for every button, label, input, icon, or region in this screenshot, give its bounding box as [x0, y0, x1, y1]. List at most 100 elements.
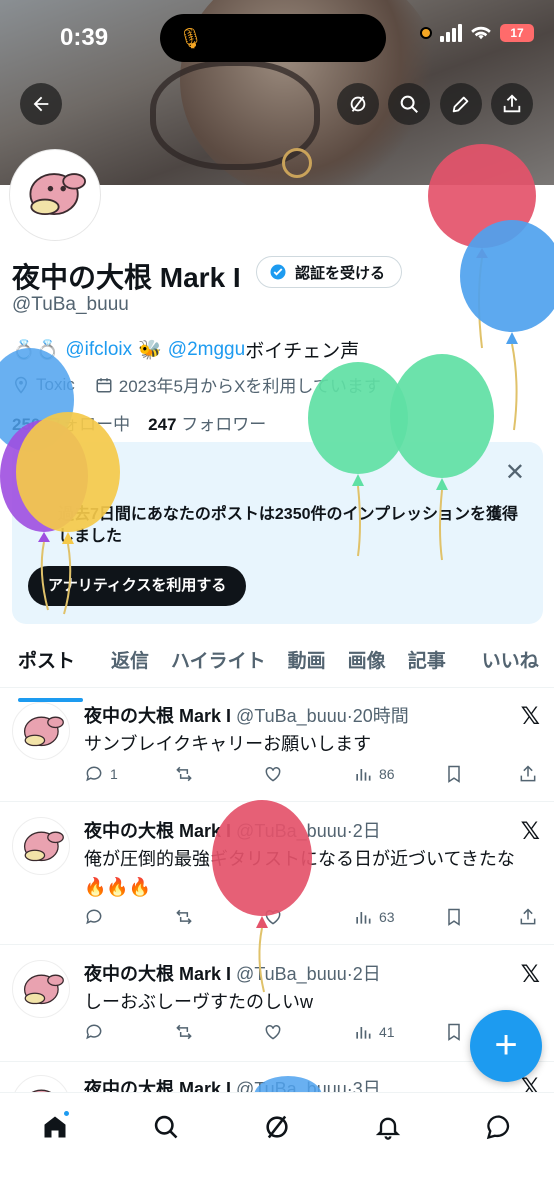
followers-link[interactable]: 247 フォロワー — [148, 410, 266, 435]
bio-emoji-bee: 🐝 — [138, 339, 162, 361]
views-count: 63 — [379, 909, 395, 925]
tab-highlights[interactable]: ハイライト — [163, 636, 274, 687]
dynamic-island: 🎙 — [160, 14, 386, 62]
followers-label: フォロワー — [181, 415, 267, 434]
bookmark-button[interactable] — [444, 907, 468, 927]
share-button[interactable] — [491, 83, 533, 125]
share-post-button[interactable] — [518, 764, 542, 784]
views-button[interactable]: 86 — [353, 764, 395, 784]
reply-count: 1 — [110, 766, 118, 782]
post-avatar[interactable] — [12, 817, 70, 875]
heart-icon — [265, 766, 281, 782]
views-chart-icon — [356, 769, 371, 781]
like-button[interactable] — [263, 907, 303, 927]
search-button[interactable] — [388, 83, 430, 125]
bookmark-button[interactable] — [444, 1022, 468, 1042]
tab-articles[interactable]: 記事 — [400, 636, 454, 687]
calendar-icon — [96, 377, 112, 392]
use-analytics-button[interactable]: アナリティクスを利用する — [28, 566, 247, 606]
following-count: 250 — [12, 415, 41, 434]
grok-button[interactable] — [337, 83, 379, 125]
repost-icon — [175, 1024, 192, 1040]
slowpoke-avatar-image — [23, 974, 64, 1005]
search-icon — [154, 1115, 178, 1139]
share-post-button[interactable] — [518, 907, 542, 927]
slowpoke-avatar-image — [23, 716, 64, 747]
tab-posts[interactable]: ポスト — [10, 636, 84, 702]
repost-button[interactable] — [174, 764, 214, 784]
close-icon[interactable]: ✕ — [505, 458, 525, 487]
grok-icon — [350, 96, 366, 112]
location-text: Toxic — [36, 374, 75, 394]
post-actions: 1 86 — [84, 764, 542, 784]
banner-photo-earring — [282, 148, 312, 178]
heart-icon — [265, 1024, 281, 1040]
back-button[interactable] — [20, 83, 62, 125]
status-indicators: 17 — [420, 24, 534, 42]
x-logo-icon: 𝕏 — [520, 702, 540, 730]
share-icon — [520, 908, 536, 925]
views-count: 41 — [379, 1024, 395, 1040]
profile-avatar[interactable] — [10, 150, 100, 240]
bio-emoji-rings: 💍💍 — [12, 339, 60, 361]
bookmark-icon — [448, 1023, 461, 1041]
post-avatar[interactable] — [12, 702, 70, 760]
chat-icon — [486, 1115, 509, 1140]
like-button[interactable] — [263, 1022, 303, 1042]
views-button[interactable]: 41 — [353, 1022, 395, 1042]
analytics-text: 過去7日間にあなたのポストは2350件のインプレッションを獲得しました — [58, 506, 519, 545]
following-link[interactable]: 250 フォロー中 — [12, 410, 130, 435]
post-item[interactable]: 夜中の大根 Mark I @TuBa_buuu·20時間 𝕏 サンブレイクキャリ… — [0, 688, 554, 802]
bookmark-button[interactable] — [444, 764, 468, 784]
notification-dot — [62, 1109, 72, 1118]
bell-icon — [375, 1117, 400, 1140]
signal-icon — [440, 24, 462, 42]
repost-button[interactable] — [174, 1022, 214, 1042]
pencil-icon — [452, 96, 469, 113]
reply-icon — [86, 766, 102, 782]
heart-icon — [265, 909, 281, 925]
bio-mention-2[interactable]: @2mggu — [168, 339, 245, 361]
post-time: 2日 — [352, 821, 381, 841]
profile-handle: @TuBa_buuu — [12, 294, 129, 315]
profile-meta: Toxic 2023年5月からXを利用しています — [12, 372, 381, 397]
share-icon — [503, 94, 521, 113]
slowpoke-avatar-image — [23, 831, 64, 862]
nav-notifications[interactable] — [368, 1113, 408, 1153]
reply-button[interactable]: 1 — [84, 764, 124, 784]
analytics-card: ✕ 過去7日間にあなたのポストは2350件のインプレッションを獲得しました アナ… — [12, 442, 543, 624]
nav-grok[interactable] — [257, 1113, 297, 1153]
recording-dot-icon — [420, 27, 432, 39]
bio-mention-1[interactable]: @ifcloix — [65, 339, 132, 361]
get-verified-label: 認証を受ける — [295, 264, 386, 282]
nav-explore[interactable] — [146, 1113, 186, 1153]
profile-name: 夜中の大根 Mark I — [12, 262, 241, 293]
search-icon — [400, 95, 418, 113]
edit-button[interactable] — [440, 83, 482, 125]
post-author-name: 夜中の大根 Mark I — [84, 964, 232, 984]
tab-replies[interactable]: 返信 — [103, 636, 157, 687]
tab-videos[interactable]: 動画 — [280, 636, 334, 687]
views-count: 86 — [379, 766, 395, 782]
post-header: 夜中の大根 Mark I @TuBa_buuu·2日 — [84, 964, 381, 984]
views-button[interactable]: 63 — [353, 907, 395, 927]
like-button[interactable] — [263, 764, 303, 784]
post-item[interactable]: 夜中の大根 Mark I @TuBa_buuu·2日 𝕏 俺が圧倒的最強ギタリス… — [0, 803, 554, 945]
nav-home[interactable] — [35, 1109, 75, 1153]
post-author-name: 夜中の大根 Mark I — [84, 821, 232, 841]
post-text: 俺が圧倒的最強ギタリストになる日が近づいてきたな🔥🔥🔥 — [84, 849, 515, 897]
tab-likes[interactable]: いいね — [474, 636, 547, 687]
location-item: Toxic — [12, 372, 75, 397]
tab-images[interactable]: 画像 — [340, 636, 394, 687]
post-avatar[interactable] — [12, 960, 70, 1018]
get-verified-button[interactable]: 認証を受ける — [256, 256, 403, 288]
repost-button[interactable] — [174, 907, 214, 927]
bottom-nav — [0, 1092, 554, 1200]
compose-post-button[interactable]: + — [470, 1010, 542, 1082]
status-bar: 0:39 🎙 17 — [0, 0, 554, 76]
balloon-blue-left — [0, 348, 74, 452]
reply-icon — [86, 1024, 102, 1040]
reply-button[interactable] — [84, 907, 124, 927]
reply-button[interactable] — [84, 1022, 124, 1042]
nav-messages[interactable] — [479, 1113, 519, 1153]
